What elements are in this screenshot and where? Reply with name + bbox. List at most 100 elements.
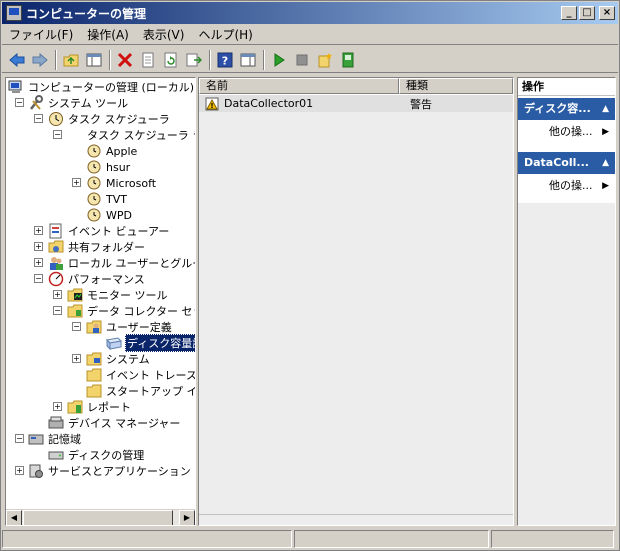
collapse-toggle[interactable]: − xyxy=(34,274,43,283)
start-button[interactable] xyxy=(268,49,290,71)
folder-icon xyxy=(86,367,102,383)
tree-item-task-scheduler-library[interactable]: タスク スケジューラ ライブ xyxy=(86,127,195,143)
menu-help[interactable]: ヘルプ(H) xyxy=(191,26,259,43)
tree-item-storage[interactable]: 記憶域 xyxy=(28,431,82,447)
result-list[interactable]: 名前 種類 ! DataCollector01 警告 xyxy=(198,77,514,526)
up-folder-button[interactable] xyxy=(60,49,82,71)
tree-item-system-tools[interactable]: システム ツール xyxy=(28,95,129,111)
toolbar: ? xyxy=(2,47,618,73)
column-header-name[interactable]: 名前 xyxy=(199,78,399,94)
tree-item-monitoring-tools[interactable]: モニター ツール xyxy=(67,287,169,303)
toolbar-separator xyxy=(55,49,57,70)
expand-toggle[interactable]: + xyxy=(34,226,43,235)
tree-item-performance[interactable]: パフォーマンス xyxy=(48,271,146,287)
expand-toggle[interactable]: + xyxy=(34,258,43,267)
expand-toggle[interactable]: + xyxy=(15,466,24,475)
toolbar-separator xyxy=(209,49,211,70)
new-item-icon xyxy=(318,52,332,67)
new-button[interactable] xyxy=(314,49,336,71)
expand-toggle[interactable]: + xyxy=(53,402,62,411)
delete-button[interactable] xyxy=(114,49,136,71)
task-folder-icon xyxy=(86,207,102,223)
expand-toggle[interactable]: + xyxy=(72,178,81,187)
tree-item-event-viewer[interactable]: イベント ビューアー xyxy=(48,223,170,239)
export-icon xyxy=(186,53,202,66)
help-icon: ? xyxy=(217,52,233,67)
action-more-actions[interactable]: 他の操... ▶ xyxy=(518,177,615,195)
close-button[interactable]: × xyxy=(599,6,615,20)
collapse-toggle[interactable]: − xyxy=(53,306,62,315)
back-button[interactable] xyxy=(6,49,28,71)
window: コンピューターの管理 _ □ × ファイル(F) 操作(A) 表示(V) ヘルプ… xyxy=(0,0,620,551)
list-row[interactable]: ! DataCollector01 警告 xyxy=(199,95,513,112)
submenu-arrow-icon: ▶ xyxy=(602,181,609,191)
properties-icon xyxy=(142,52,154,67)
menu-bar: ファイル(F) 操作(A) 表示(V) ヘルプ(H) xyxy=(2,25,618,45)
tree-item-shared-folders[interactable]: 共有フォルダー xyxy=(48,239,146,255)
column-header-type[interactable]: 種類 xyxy=(399,78,513,94)
collapse-toggle[interactable]: − xyxy=(72,322,81,331)
tree-item-disk-management[interactable]: ディスクの管理 xyxy=(48,447,145,463)
status-cell xyxy=(491,530,614,548)
tree-item-event-trace-sessions[interactable]: イベント トレース セ xyxy=(86,367,195,383)
action-group-datacollector[interactable]: DataColl... ▲ xyxy=(518,152,615,174)
svg-text:!: ! xyxy=(210,102,213,110)
up-folder-icon xyxy=(63,54,79,66)
title-bar[interactable]: コンピューターの管理 _ □ × xyxy=(2,2,618,24)
toolbar-separator xyxy=(263,49,265,70)
menu-file[interactable]: ファイル(F) xyxy=(2,26,80,43)
status-cell xyxy=(2,530,292,548)
action-more-actions[interactable]: 他の操... ▶ xyxy=(518,123,615,141)
collapse-toggle[interactable]: − xyxy=(15,434,24,443)
tree-item-computer-management[interactable]: コンピューターの管理 (ローカル) xyxy=(8,79,195,95)
tree-item-microsoft[interactable]: Microsoft xyxy=(86,175,157,191)
properties-button[interactable] xyxy=(137,49,159,71)
tree-item-device-manager[interactable]: デバイス マネージャー xyxy=(48,415,181,431)
tree-item-tvt[interactable]: TVT xyxy=(86,191,128,207)
tree-item-local-users-groups[interactable]: ローカル ユーザーとグループ xyxy=(48,255,195,271)
forward-button[interactable] xyxy=(29,49,51,71)
tree-item-hsur[interactable]: hsur xyxy=(86,159,131,175)
save-template-button[interactable] xyxy=(337,49,359,71)
maximize-button[interactable]: □ xyxy=(579,6,595,20)
menu-view[interactable]: 表示(V) xyxy=(136,26,192,43)
console-tree[interactable]: コンピューターの管理 (ローカル) − システム ツール − タスク スケジュー… xyxy=(5,77,196,526)
tree-item-user-defined[interactable]: ユーザー定義 xyxy=(86,319,173,335)
status-bar xyxy=(2,529,618,549)
collapse-toggle[interactable]: − xyxy=(15,98,24,107)
tree-item-apple[interactable]: Apple xyxy=(86,143,138,159)
help-button[interactable]: ? xyxy=(214,49,236,71)
stop-button[interactable] xyxy=(291,49,313,71)
collapse-toggle[interactable]: − xyxy=(34,114,43,123)
refresh-icon xyxy=(164,52,177,67)
export-list-button[interactable] xyxy=(183,49,205,71)
tree-item-services-applications[interactable]: サービスとアプリケーション xyxy=(28,463,192,479)
tree-item-data-collector-sets[interactable]: データ コレクター セット xyxy=(67,303,195,319)
collapse-toggle[interactable]: − xyxy=(53,130,62,139)
performance-icon xyxy=(48,271,64,287)
tree-item-system[interactable]: システム xyxy=(86,351,151,367)
action-pane-header: 操作 xyxy=(518,78,615,96)
tree-item-disk-diagnostics[interactable]: ディスク容量診断 xyxy=(105,334,195,352)
tree-item-task-scheduler[interactable]: タスク スケジューラ xyxy=(48,111,171,127)
tree-item-startup-event-trace[interactable]: スタートアップ イベ xyxy=(86,383,195,399)
tree-horizontal-scrollbar[interactable]: ◀ ▶ xyxy=(6,509,195,525)
scroll-right-button[interactable]: ▶ xyxy=(179,510,195,525)
action-group-disk-diagnostics[interactable]: ディスク容... ▲ xyxy=(518,98,615,120)
action-pane-toggle-button[interactable] xyxy=(237,49,259,71)
menu-action[interactable]: 操作(A) xyxy=(80,26,136,43)
show-hide-tree-button[interactable] xyxy=(83,49,105,71)
clock-icon xyxy=(48,111,64,127)
scroll-thumb[interactable] xyxy=(23,510,173,525)
refresh-button[interactable] xyxy=(160,49,182,71)
tree-item-wpd[interactable]: WPD xyxy=(86,207,133,223)
folder-icon xyxy=(86,383,102,399)
scroll-left-button[interactable]: ◀ xyxy=(6,510,22,525)
services-icon xyxy=(28,463,44,479)
expand-toggle[interactable]: + xyxy=(72,354,81,363)
expand-toggle[interactable]: + xyxy=(53,290,62,299)
monitor-tools-icon xyxy=(67,287,83,303)
expand-toggle[interactable]: + xyxy=(34,242,43,251)
minimize-button[interactable]: _ xyxy=(561,6,577,20)
tree-item-reports[interactable]: レポート xyxy=(67,399,132,415)
